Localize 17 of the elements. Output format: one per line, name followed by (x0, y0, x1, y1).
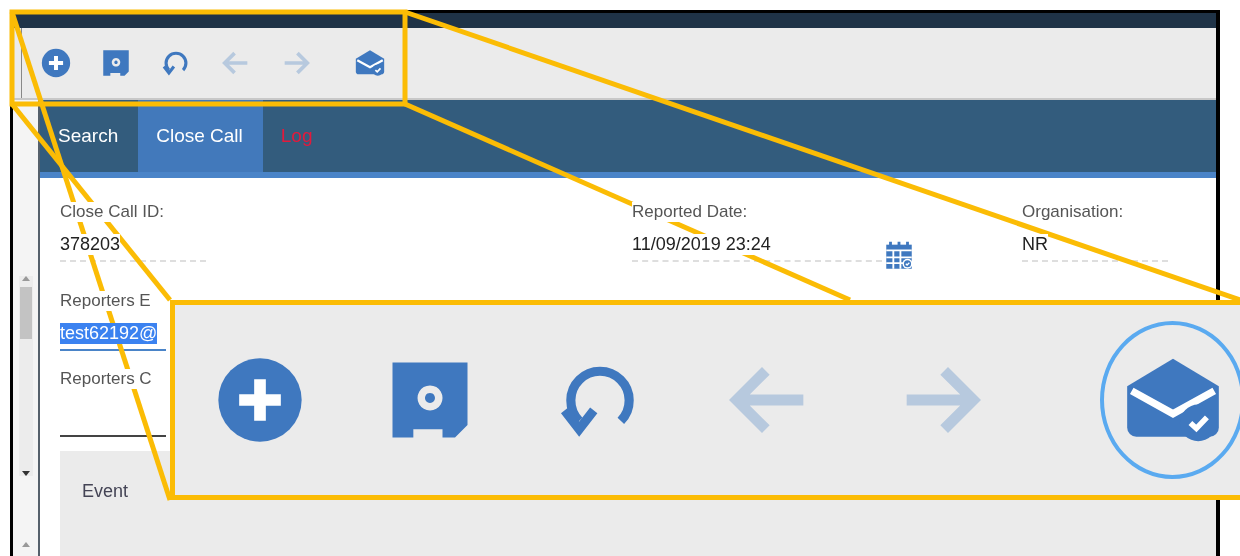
field-label: Reported Date: (632, 202, 748, 222)
read-only-field: 378203 (60, 228, 206, 262)
scroll-down-icon[interactable] (21, 471, 30, 476)
panel-title: Event (82, 481, 129, 501)
field-label: Organisation: (1022, 202, 1124, 222)
scroll-up-icon[interactable] (21, 542, 30, 547)
read-only-field: NR (1022, 228, 1168, 262)
plus-circle-icon (39, 46, 73, 80)
tab[interactable]: Close Call (138, 100, 263, 172)
tab[interactable]: Search (40, 100, 139, 172)
scroll-thumb[interactable] (19, 287, 32, 339)
date-field[interactable]: 11/09/2019 23:24 (632, 228, 882, 262)
field-label: Close Call ID: (60, 202, 164, 222)
scroll-up-icon[interactable] (21, 276, 30, 281)
scrollbar[interactable] (18, 276, 33, 476)
field-label: Reporters E (60, 291, 151, 311)
field-label: Reporters C (60, 369, 152, 389)
